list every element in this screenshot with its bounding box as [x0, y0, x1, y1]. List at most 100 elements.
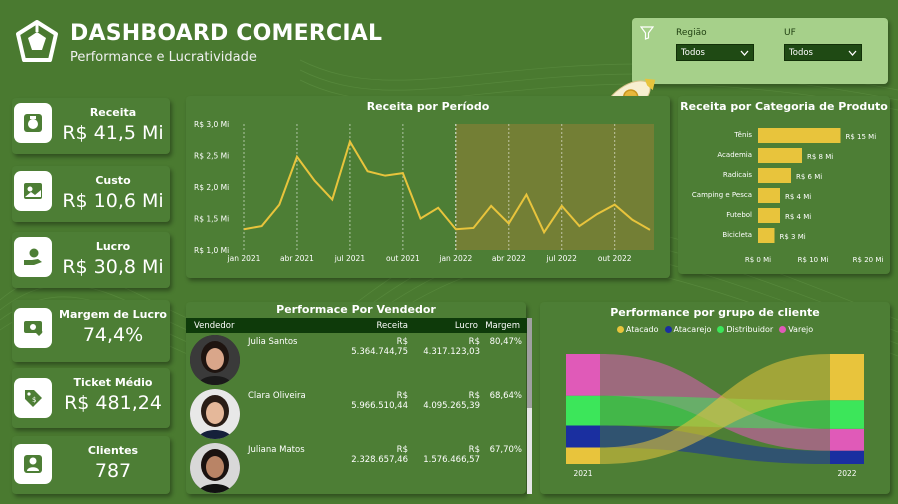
scrollbar-thumb[interactable] [527, 318, 532, 408]
regiao-dropdown[interactable]: Todos [676, 44, 754, 61]
data-point[interactable] [453, 227, 458, 232]
data-point[interactable] [436, 205, 441, 210]
y-tick-label: R$ 3,0 Mi [194, 120, 229, 129]
kpi-lucro: Lucro R$ 30,8 Mi [12, 232, 170, 288]
chart-legend: Atacado Atacarejo Distribuidor Varejo [540, 325, 890, 334]
legend-dot [664, 326, 672, 333]
data-point[interactable] [577, 224, 582, 229]
data-point[interactable] [383, 173, 388, 178]
legend-label: Varejo [788, 325, 814, 334]
legend-item[interactable]: Varejo [779, 325, 813, 334]
data-point[interactable] [294, 154, 299, 159]
sankey-node-2022[interactable] [830, 400, 864, 429]
kpi-label: Ticket Médio [73, 376, 153, 389]
line-chart: jan 2021 abr 2021 jul 2021 out 2021 jan 2022… [194, 120, 654, 263]
data-point[interactable] [365, 169, 370, 174]
data-point[interactable] [259, 224, 264, 229]
data-point[interactable] [242, 227, 247, 232]
y-tick-label: R$ 2,0 Mi [194, 183, 229, 192]
kpi-label: Clientes [87, 444, 139, 457]
sankey-node-2021[interactable] [566, 425, 600, 448]
legend-dot [717, 326, 725, 333]
col-lucro[interactable]: Lucro [408, 321, 478, 331]
data-point[interactable] [559, 203, 564, 208]
data-point[interactable] [595, 212, 600, 217]
hand-money-icon [14, 237, 52, 277]
data-point[interactable] [506, 221, 511, 226]
bar[interactable] [758, 188, 780, 203]
legend-label: Atacarejo [673, 325, 712, 334]
uf-selected-value: Todos [789, 47, 813, 58]
x-tick-label: jul 2021 [334, 254, 366, 263]
table-scrollbar[interactable] [527, 318, 532, 494]
kpi-value: R$ 30,8 Mi [62, 256, 164, 278]
vendor-table: Vendedor Receita Lucro Margem Julia Sant… [186, 318, 530, 495]
data-point[interactable] [277, 202, 282, 207]
data-point[interactable] [524, 192, 529, 197]
header: DASHBOARD COMERCIAL Performance e Lucrat… [14, 20, 382, 66]
x-tick-label: abr 2021 [280, 254, 314, 263]
y-tick-label: R$ 1,0 Mi [194, 246, 229, 255]
filter-uf: UF Todos [784, 28, 862, 61]
col-vendedor[interactable]: Vendedor [186, 321, 336, 331]
brand-logo-icon [16, 20, 58, 62]
col-receita[interactable]: Receita [336, 321, 408, 331]
filter-regiao-label: Região [676, 28, 707, 38]
data-point[interactable] [489, 203, 494, 208]
table-row[interactable]: Julia Santos R$ 5.364.744,75 R$ 4.317.12… [186, 333, 530, 387]
regiao-selected-value: Todos [681, 47, 705, 58]
kpi-value: 74,4% [82, 324, 144, 346]
sankey-node-2022[interactable] [830, 450, 864, 464]
kpi-label: Receita [89, 106, 137, 119]
kpi-label: Custo [95, 174, 131, 187]
sankey-node-2021[interactable] [566, 395, 600, 426]
filter-icon[interactable] [640, 26, 654, 40]
kpi-receita: Receita R$ 41,5 Mi [12, 98, 170, 154]
legend-item[interactable]: Distribuidor [717, 325, 773, 334]
data-point[interactable] [330, 197, 335, 202]
node-label-2021: 2021 [573, 469, 592, 478]
data-point[interactable] [630, 217, 635, 222]
y-tick-label: R$ 2,5 Mi [194, 152, 229, 161]
node-label-2022: 2022 [837, 469, 856, 478]
data-point[interactable] [312, 178, 317, 183]
legend-label: Distribuidor [726, 325, 774, 334]
avatar [190, 389, 240, 439]
table-header: Vendedor Receita Lucro Margem [186, 318, 530, 333]
money-bag-icon [14, 103, 52, 143]
legend-label: Atacado [625, 325, 659, 334]
data-point[interactable] [471, 225, 476, 230]
bar[interactable] [758, 208, 780, 223]
sankey-node-2021[interactable] [566, 447, 600, 465]
uf-dropdown[interactable]: Todos [784, 44, 862, 61]
bar[interactable] [758, 128, 841, 143]
col-margem[interactable]: Margem [478, 321, 520, 331]
filter-panel: Região Todos UF Todos [632, 18, 888, 84]
data-point[interactable] [648, 227, 653, 232]
filter-regiao: Região Todos [676, 28, 754, 61]
legend-item[interactable]: Atacarejo [664, 325, 712, 334]
bar[interactable] [758, 148, 802, 163]
data-point[interactable] [418, 216, 423, 221]
sankey-node-2022[interactable] [830, 354, 864, 401]
receita-por-categoria-card: Receita por Categoria de Produto Tênis R$… [678, 96, 890, 274]
page-title: DASHBOARD COMERCIAL [70, 21, 383, 46]
data-point[interactable] [347, 139, 352, 144]
sankey-node-2022[interactable] [830, 428, 864, 451]
data-point[interactable] [612, 202, 617, 207]
sankey-node-2021[interactable] [566, 354, 600, 396]
kpi-label: Margem de Lucro [59, 308, 167, 321]
table-row[interactable]: Clara Oliveira R$ 5.966.510,44 R$ 4.095.… [186, 387, 530, 441]
data-point[interactable] [542, 230, 547, 235]
kpi-value: R$ 10,6 Mi [62, 190, 164, 212]
x-tick-label: R$ 0 Mi [745, 256, 771, 264]
data-point[interactable] [400, 171, 405, 176]
table-title: Performace Por Vendedor [276, 303, 436, 316]
table-row[interactable]: Juliana Matos R$ 2.328.657,46 R$ 1.576.4… [186, 441, 530, 495]
legend-item[interactable]: Atacado [616, 325, 659, 334]
price-tag-icon: $ [14, 378, 52, 418]
bar[interactable] [758, 228, 775, 243]
kpi-margem: Margem de Lucro 74,4% [12, 300, 170, 362]
bar[interactable] [758, 168, 791, 183]
x-tick-label: R$ 20 Mi [853, 256, 884, 264]
